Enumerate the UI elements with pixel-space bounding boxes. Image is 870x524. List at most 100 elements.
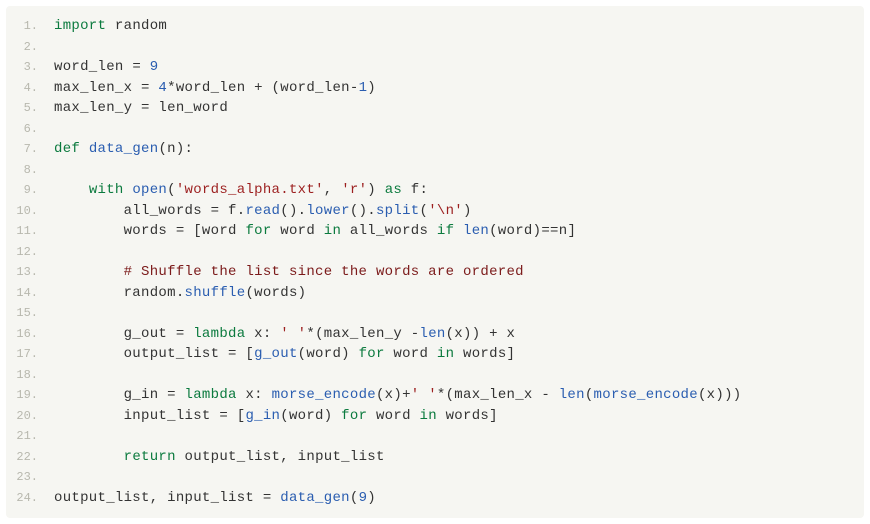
token-ident: ( xyxy=(585,387,594,403)
line-number: 19. xyxy=(6,385,54,406)
token-builtin: len xyxy=(559,387,585,403)
token-op: == xyxy=(541,223,558,239)
code-block: 1.import random2. 3.word_len = 94.max_le… xyxy=(6,6,864,518)
code-line: 1.import random xyxy=(6,16,864,37)
line-number: 16. xyxy=(6,324,54,345)
line-number: 15. xyxy=(6,303,54,324)
token-ident: random xyxy=(106,18,167,34)
line-number: 20. xyxy=(6,406,54,427)
token-op: = xyxy=(263,490,272,506)
token-func: split xyxy=(376,203,420,219)
token-kw: if xyxy=(437,223,454,239)
token-ident: random. xyxy=(54,285,185,301)
token-ident xyxy=(141,59,150,75)
token-ident: f. xyxy=(219,203,245,219)
token-builtin: len xyxy=(420,326,446,342)
token-str: ' ' xyxy=(411,387,437,403)
token-kw: import xyxy=(54,18,106,34)
token-ident: x xyxy=(498,326,515,342)
token-kw: def xyxy=(54,141,80,157)
token-func: data_gen xyxy=(280,490,350,506)
token-func: g_in xyxy=(245,408,280,424)
code-line: 16. g_out = lambda x: ' '*(max_len_y -le… xyxy=(6,324,864,345)
code-line: 9. with open('words_alpha.txt', 'r') as … xyxy=(6,180,864,201)
token-ident: [word xyxy=(185,223,246,239)
code-content: import random xyxy=(54,16,864,37)
line-number: 13. xyxy=(6,262,54,283)
token-ident: (x)) xyxy=(446,326,490,342)
token-op: - xyxy=(411,326,420,342)
line-number: 7. xyxy=(6,139,54,160)
code-content: g_out = lambda x: ' '*(max_len_y -len(x)… xyxy=(54,324,864,345)
token-ident: words] xyxy=(437,408,498,424)
token-ident: [ xyxy=(228,408,245,424)
token-ident xyxy=(54,449,124,465)
token-func: data_gen xyxy=(89,141,159,157)
token-ident: words xyxy=(54,223,176,239)
token-op: * xyxy=(167,80,176,96)
token-ident: , xyxy=(324,182,341,198)
code-content: word_len = 9 xyxy=(54,57,864,78)
line-number: 22. xyxy=(6,447,54,468)
token-ident: n] xyxy=(559,223,576,239)
token-op: = xyxy=(141,80,150,96)
token-ident: (x))) xyxy=(698,387,742,403)
token-op: + xyxy=(402,387,411,403)
code-line: 22. return output_list, input_list xyxy=(6,447,864,468)
code-line: 21. xyxy=(6,426,864,447)
code-content: max_len_y = len_word xyxy=(54,98,864,119)
token-kw: for xyxy=(341,408,367,424)
token-ident: word_len xyxy=(176,80,254,96)
token-ident: word_len xyxy=(54,59,132,75)
code-line: 19. g_in = lambda x: morse_encode(x)+' '… xyxy=(6,385,864,406)
code-line: 5.max_len_y = len_word xyxy=(6,98,864,119)
token-ident: len_word xyxy=(150,100,228,116)
token-kw: with xyxy=(89,182,124,198)
code-content: return output_list, input_list xyxy=(54,447,864,468)
token-op: = xyxy=(228,346,237,362)
code-line: 6. xyxy=(6,119,864,140)
line-number: 17. xyxy=(6,344,54,365)
token-ident: (). xyxy=(280,203,306,219)
token-ident: [ xyxy=(237,346,254,362)
token-ident xyxy=(176,387,185,403)
line-number: 24. xyxy=(6,488,54,509)
line-number: 8. xyxy=(6,160,54,181)
token-op: = xyxy=(176,326,185,342)
token-num: 4 xyxy=(158,80,167,96)
token-cmt: # Shuffle the list since the words are o… xyxy=(124,264,524,280)
token-func: read xyxy=(245,203,280,219)
line-number: 3. xyxy=(6,57,54,78)
token-ident: (max_len_y xyxy=(315,326,411,342)
token-ident xyxy=(272,490,281,506)
token-ident: word xyxy=(272,223,324,239)
token-builtin: open xyxy=(132,182,167,198)
code-line: 17. output_list = [g_out(word) for word … xyxy=(6,344,864,365)
code-line: 12. xyxy=(6,242,864,263)
token-ident: ( xyxy=(350,490,359,506)
code-line: 7.def data_gen(n): xyxy=(6,139,864,160)
token-ident: word xyxy=(367,408,419,424)
token-kw: for xyxy=(359,346,385,362)
code-line: 23. xyxy=(6,467,864,488)
token-ident: (). xyxy=(350,203,376,219)
token-ident xyxy=(185,326,194,342)
token-ident: all_words xyxy=(341,223,437,239)
code-content: input_list = [g_in(word) for word in wor… xyxy=(54,406,864,427)
token-ident: (word) xyxy=(489,223,541,239)
token-op: = xyxy=(176,223,185,239)
code-content xyxy=(54,242,864,263)
token-ident: ( xyxy=(420,203,429,219)
line-number: 14. xyxy=(6,283,54,304)
code-line: 15. xyxy=(6,303,864,324)
token-func: shuffle xyxy=(185,285,246,301)
token-ident: word xyxy=(385,346,437,362)
token-kw: in xyxy=(324,223,341,239)
code-line: 13. # Shuffle the list since the words a… xyxy=(6,262,864,283)
token-kw: for xyxy=(245,223,271,239)
token-num: 1 xyxy=(359,80,368,96)
code-line: 10. all_words = f.read().lower().split('… xyxy=(6,201,864,222)
token-ident: (n): xyxy=(158,141,193,157)
token-ident: g_out xyxy=(54,326,176,342)
line-number: 11. xyxy=(6,221,54,242)
